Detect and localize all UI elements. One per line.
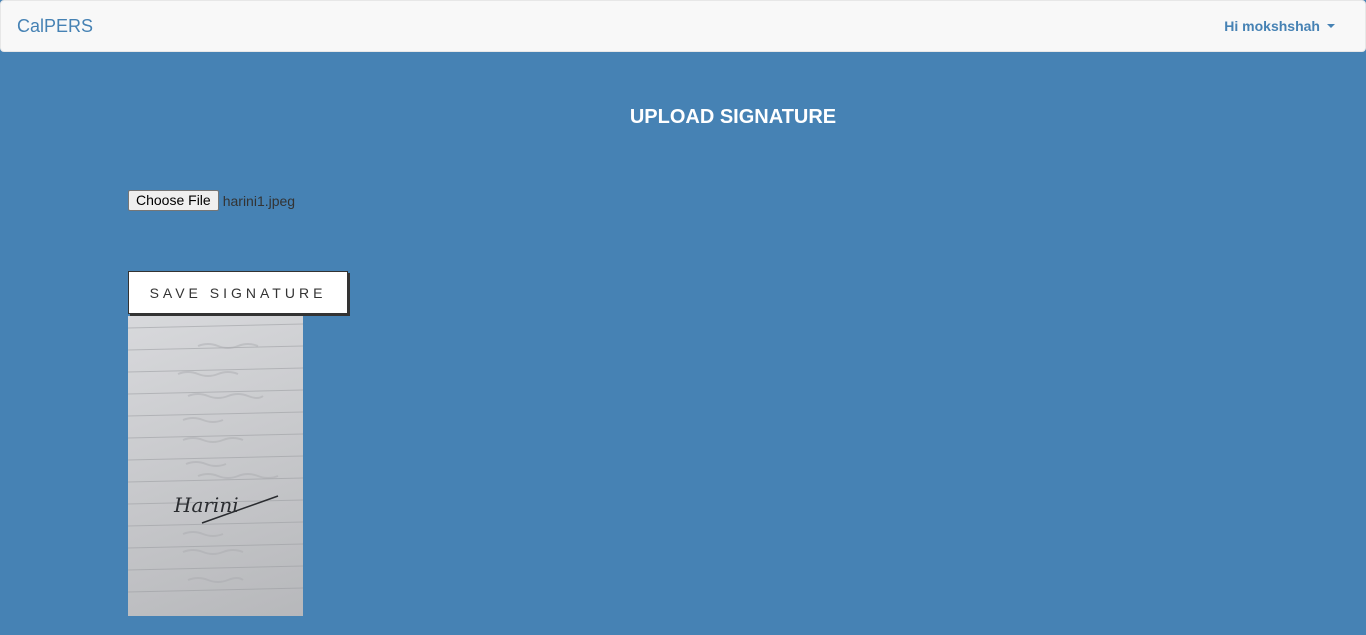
user-menu-dropdown[interactable]: Hi mokshshah — [1224, 18, 1335, 34]
selected-file-name: harini1.jpeg — [222, 192, 296, 209]
user-menu-label: Hi mokshshah — [1224, 18, 1320, 34]
save-signature-button[interactable]: SAVE SIGNATURE — [128, 271, 348, 314]
file-input: Choose File harini1.jpeg — [128, 190, 295, 211]
caret-down-icon — [1327, 24, 1335, 28]
signature-image-preview: Harini — [128, 316, 303, 616]
choose-file-button[interactable]: Choose File — [128, 190, 219, 211]
top-navbar: CalPERS Hi mokshshah — [0, 0, 1366, 52]
brand-link[interactable]: CalPERS — [17, 16, 93, 37]
signature-photo: Harini — [128, 323, 303, 593]
page-title: UPLOAD SIGNATURE — [629, 106, 837, 128]
